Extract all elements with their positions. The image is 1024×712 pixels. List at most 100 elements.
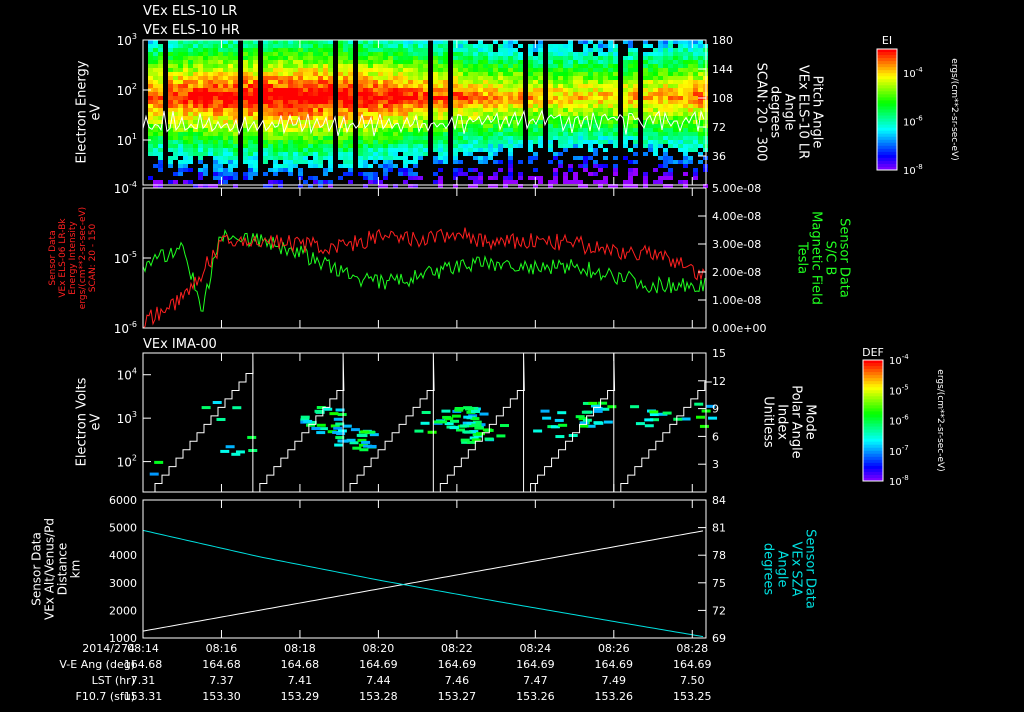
spectrogram-cell [438, 168, 443, 172]
spectrogram-cell [668, 80, 673, 84]
spectrogram-cell [363, 112, 368, 116]
spectrogram-cell [493, 128, 498, 132]
spectrogram-cell [478, 128, 483, 132]
spectrogram-cell [148, 136, 153, 140]
spectrogram-cell [383, 140, 388, 144]
colorbar-segment [863, 417, 883, 421]
colorbar-segment [877, 88, 897, 92]
spectrogram-cell [653, 52, 658, 56]
spectrogram-cell [273, 92, 278, 96]
spectrogram-cell [233, 160, 238, 164]
spectrogram-cell [403, 52, 408, 56]
spectrogram-cell [348, 64, 353, 68]
spectrogram-cell [248, 104, 253, 108]
ima-cell [554, 418, 564, 422]
spectrogram-cell [193, 104, 198, 108]
axis-label: Sensor Data [803, 529, 818, 609]
spectrogram-cell [513, 84, 518, 88]
spectrogram-cell [593, 68, 598, 72]
spectrogram-cell [578, 80, 583, 84]
spectrogram-cell [358, 172, 363, 176]
spectrogram-cell [383, 68, 388, 72]
spectrogram-cell [338, 144, 343, 148]
spectrogram-cell [293, 52, 298, 56]
spectrogram-cell [513, 64, 518, 68]
spectrogram-cell [578, 40, 583, 44]
spectrogram-cell [643, 84, 648, 88]
spectrogram-cell [663, 124, 668, 128]
spectrogram-cell [203, 40, 208, 44]
spectrogram-cell [443, 84, 448, 88]
spectrogram-cell [318, 84, 323, 88]
spectrogram-cell [203, 128, 208, 132]
spectrogram-cell [683, 124, 688, 128]
spectrogram-cell [558, 60, 563, 64]
spectrogram-cell [458, 92, 463, 96]
spectrogram-cell [613, 68, 618, 72]
spectrogram-cell [528, 176, 533, 180]
spectrogram-cell [493, 88, 498, 92]
spectrogram-cell [348, 60, 353, 64]
spectrogram-cell [373, 180, 378, 184]
spectrogram-cell [218, 164, 223, 168]
spectrogram-cell [683, 156, 688, 160]
spectrogram-cell [378, 80, 383, 84]
spectrogram-cell [418, 52, 423, 56]
spectrogram-cell [698, 64, 703, 68]
spectrogram-cell [358, 68, 363, 72]
spectrogram-cell [408, 104, 413, 108]
spectrogram-cell [508, 144, 513, 148]
ima-cell [694, 402, 704, 406]
spectrogram-cell [293, 68, 298, 72]
spectrogram-cell [283, 164, 288, 168]
spectrogram-cell [658, 72, 663, 76]
spectrogram-cell [298, 148, 303, 152]
spectrogram-cell [678, 180, 683, 184]
spectrogram-cell [528, 148, 533, 152]
spectrogram-cell [278, 40, 283, 44]
spectrogram-cell [443, 148, 448, 152]
spectrogram-cell [598, 92, 603, 96]
spectrogram-cell [403, 160, 408, 164]
spectrogram-cell [318, 104, 323, 108]
spectrogram-cell [603, 56, 608, 60]
spectrogram-cell [483, 88, 488, 92]
spectrogram-cell [218, 96, 223, 100]
spectrogram-cell [473, 156, 478, 160]
spectrogram-cell [508, 92, 513, 96]
spectrogram-cell [613, 128, 618, 132]
spectrogram-cell [343, 96, 348, 100]
spectrogram-cell [688, 132, 693, 136]
spectrogram-cell [253, 44, 258, 48]
spectrogram-cell [603, 72, 608, 76]
spectrogram-cell [323, 80, 328, 84]
colorbar-segment [863, 447, 883, 452]
spectrogram-cell [233, 156, 238, 160]
colorbar-segment [877, 148, 897, 153]
spectrogram-cell [518, 88, 523, 92]
ima-cell [471, 410, 481, 414]
colorbar-segment [877, 154, 897, 159]
spectrogram-cell [273, 60, 278, 64]
spectrogram-cell [568, 92, 573, 96]
spectrogram-cell [318, 128, 323, 132]
spectrogram-cell [328, 104, 333, 108]
spectrogram-cell [653, 124, 658, 128]
spectrogram-cell [413, 148, 418, 152]
spectrogram-cell [198, 144, 203, 148]
spectrogram-cell [673, 136, 678, 140]
ima-cell [333, 426, 343, 430]
spectrogram-cell [373, 144, 378, 148]
spectrogram-cell [388, 92, 393, 96]
spectrogram-cell [438, 80, 443, 84]
spectrogram-cell [438, 68, 443, 72]
spectrogram-cell [373, 84, 378, 88]
spectrogram-cell [243, 132, 248, 136]
spectrogram-cell [328, 44, 333, 48]
spectrogram-cell [413, 108, 418, 112]
spectrogram-cell [318, 112, 323, 116]
spectrogram-cell [633, 144, 638, 148]
spectrogram-cell [298, 160, 303, 164]
spectrogram-cell [498, 100, 503, 104]
spectrogram-cell [413, 68, 418, 72]
